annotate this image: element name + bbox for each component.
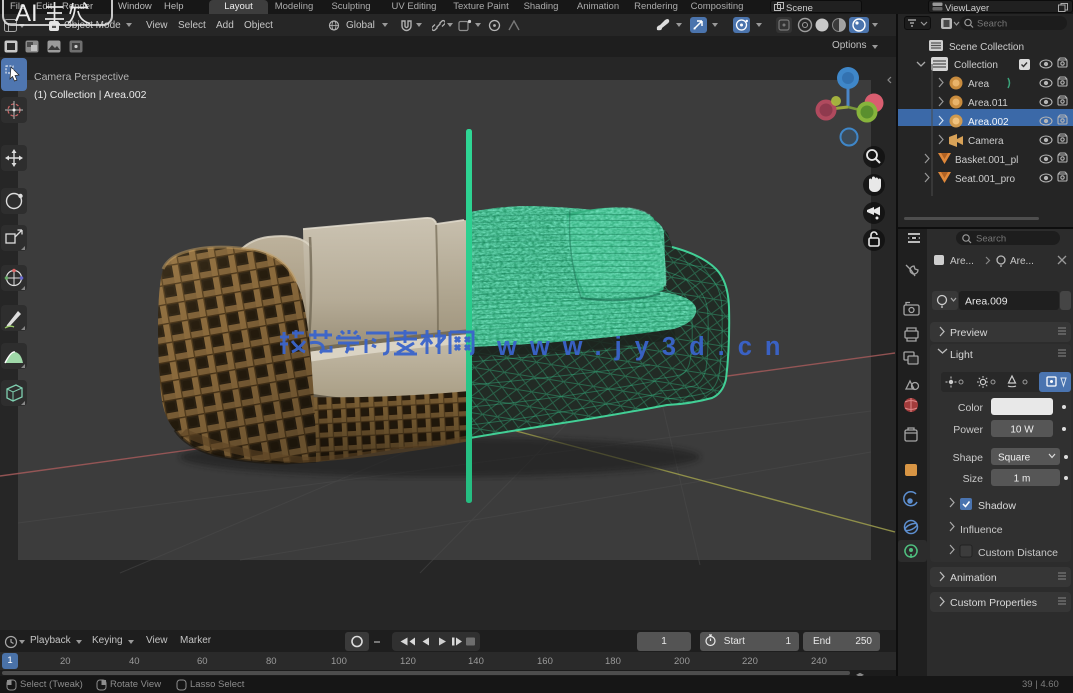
svg-text:Area.011: Area.011 (968, 98, 1008, 109)
svg-text:Seat.001_pro: Seat.001_pro (955, 174, 1015, 185)
svg-text:Shape: Shape (953, 452, 984, 464)
svg-text:Power: Power (953, 424, 983, 436)
svg-text:Area: Area (968, 79, 990, 90)
svg-text:Are...: Are... (950, 256, 974, 267)
svg-text:10 W: 10 W (1010, 425, 1034, 436)
svg-text:AI: AI (15, 1, 38, 26)
svg-text:Preview: Preview (950, 327, 988, 339)
svg-text:Are...: Are... (1010, 256, 1034, 267)
svg-text:Size: Size (963, 473, 984, 485)
svg-text:Shadow: Shadow (978, 500, 1016, 512)
svg-text:Color: Color (958, 402, 984, 414)
svg-text:(1) Collection | Area.002: (1) Collection | Area.002 (34, 89, 147, 101)
svg-text:www.jy3d.cn: www.jy3d.cn (496, 333, 794, 361)
svg-text:Area.009: Area.009 (965, 296, 1008, 308)
svg-text:Light: Light (950, 349, 973, 361)
svg-text:Area.002: Area.002 (968, 117, 1009, 128)
svg-text:Camera: Camera (968, 136, 1004, 147)
svg-text:Basket.001_pl: Basket.001_pl (955, 155, 1018, 166)
svg-text:Collection: Collection (954, 60, 998, 71)
svg-text:Search: Search (976, 234, 1006, 245)
svg-text:Animation: Animation (950, 572, 997, 584)
svg-text:Influence: Influence (960, 524, 1003, 536)
svg-text:Square: Square (998, 453, 1031, 464)
svg-text:Custom Properties: Custom Properties (950, 597, 1037, 609)
svg-text:1 m: 1 m (1014, 474, 1031, 485)
svg-text:Custom Distance: Custom Distance (978, 547, 1058, 559)
svg-text:Scene Collection: Scene Collection (949, 42, 1024, 53)
svg-text:Camera Perspective: Camera Perspective (34, 71, 129, 83)
svg-text:Search: Search (977, 19, 1007, 30)
